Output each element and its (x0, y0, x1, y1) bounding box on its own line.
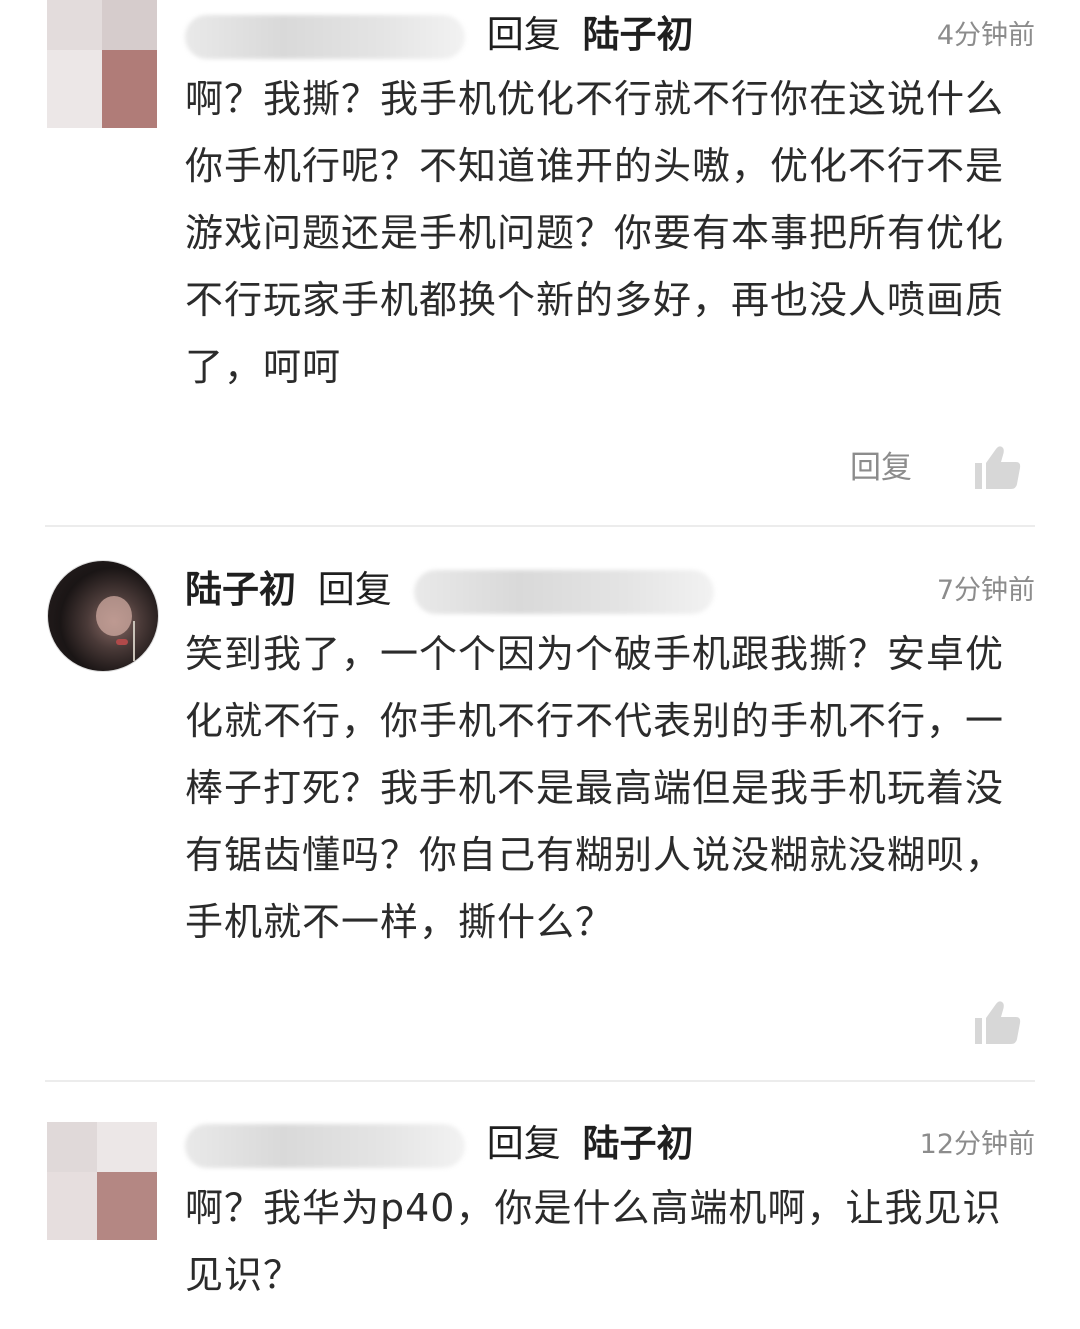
comment-author[interactable]: 陆子初 (185, 568, 296, 611)
comment-actions: 回复 (825, 443, 1025, 493)
comment-time: 12分钟前 (919, 1129, 1035, 1160)
avatar[interactable] (47, 560, 159, 672)
comment-header: 回复 陆子初 4分钟前 (185, 5, 1035, 65)
comment-text: 笑到我了，一个个因为个破手机跟我撕？安卓优化就不行，你手机不行不代表别的手机不行… (185, 632, 1005, 944)
comment-item: 回复 陆子初 4分钟前 啊？我撕？我手机优化不行就不行你在这说什么你手机行呢？不… (0, 0, 1080, 527)
comment-text: 啊？我撕？我手机优化不行就不行你在这说什么你手机行呢？不知道谁开的头嗷，优化不行… (185, 77, 1005, 389)
redacted-username (185, 1123, 465, 1168)
comment-names: 回复 陆子初 (185, 1114, 694, 1174)
avatar[interactable] (47, 1122, 157, 1240)
comment-actions (825, 998, 1025, 1048)
redacted-username (413, 569, 714, 614)
reply-label: 回复 (486, 1122, 561, 1165)
comment-names: 陆子初 回复 (185, 560, 714, 620)
redacted-username (185, 14, 465, 59)
thumbs-up-icon[interactable] (974, 998, 1022, 1046)
thumbs-up-icon[interactable] (974, 443, 1022, 491)
reply-button[interactable]: 回复 (850, 443, 912, 493)
comment-time: 4分钟前 (936, 20, 1035, 51)
avatar[interactable] (47, 0, 157, 128)
comment-time: 7分钟前 (936, 575, 1035, 606)
divider (45, 525, 1035, 527)
comment-item: 回复 陆子初 12分钟前 啊？我华为p40，你是什么高端机啊，让我见识见识？ (0, 1082, 1080, 1329)
reply-label: 回复 (486, 13, 561, 56)
comment-header: 陆子初 回复 7分钟前 (185, 560, 1035, 620)
comment-text: 啊？我华为p40，你是什么高端机啊，让我见识见识？ (185, 1186, 1002, 1297)
comment-header: 回复 陆子初 12分钟前 (185, 1114, 1035, 1174)
comment-names: 回复 陆子初 (185, 5, 694, 65)
reply-target-name[interactable]: 陆子初 (583, 1122, 694, 1165)
reply-target-name[interactable]: 陆子初 (583, 13, 694, 56)
comment-item: 陆子初 回复 7分钟前 笑到我了，一个个因为个破手机跟我撕？安卓优化就不行，你手… (0, 528, 1080, 1081)
reply-label: 回复 (317, 568, 392, 611)
